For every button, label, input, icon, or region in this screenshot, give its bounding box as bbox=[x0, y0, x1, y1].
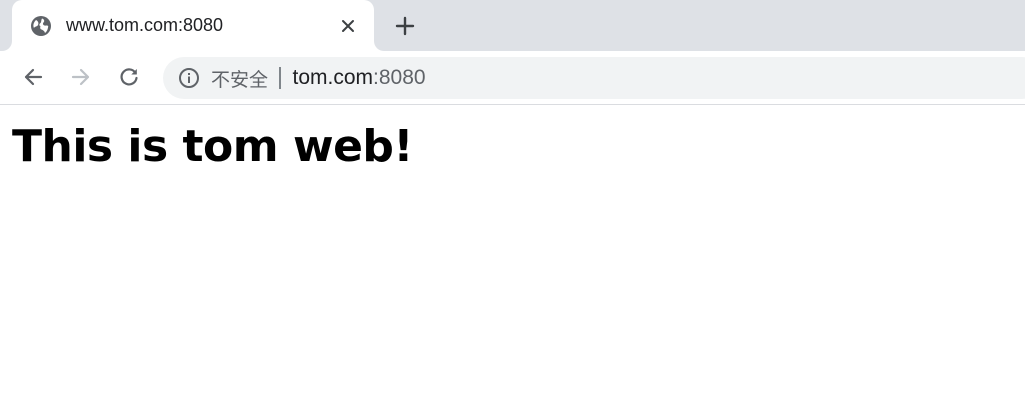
back-button[interactable] bbox=[17, 61, 49, 93]
security-label[interactable]: 不安全 bbox=[211, 65, 268, 92]
close-icon[interactable] bbox=[336, 14, 360, 38]
tab-active[interactable]: www.tom.com:8080 bbox=[12, 0, 374, 51]
tab-title: www.tom.com:8080 bbox=[66, 15, 224, 35]
address-bar[interactable]: 不安全 tom.com:8080 bbox=[163, 57, 1025, 99]
url-host: tom.com bbox=[292, 66, 374, 89]
reload-button[interactable] bbox=[113, 61, 145, 93]
page-content: This is tom web! bbox=[0, 105, 1025, 403]
url-port: :8080 bbox=[373, 66, 426, 89]
arrow-right-icon bbox=[70, 66, 92, 88]
reload-icon bbox=[118, 66, 140, 88]
url-text[interactable]: tom.com:8080 bbox=[293, 66, 426, 90]
tab-strip: www.tom.com:8080 bbox=[0, 0, 1025, 51]
info-icon[interactable] bbox=[177, 66, 201, 90]
forward-button[interactable] bbox=[65, 61, 97, 93]
plus-icon bbox=[395, 16, 415, 36]
arrow-left-icon bbox=[22, 66, 44, 88]
globe-icon bbox=[30, 15, 52, 37]
toolbar: 不安全 tom.com:8080 bbox=[0, 51, 1025, 105]
page-heading: This is tom web! bbox=[12, 121, 414, 172]
omnibox-divider bbox=[279, 67, 281, 89]
new-tab-button[interactable] bbox=[390, 11, 420, 41]
